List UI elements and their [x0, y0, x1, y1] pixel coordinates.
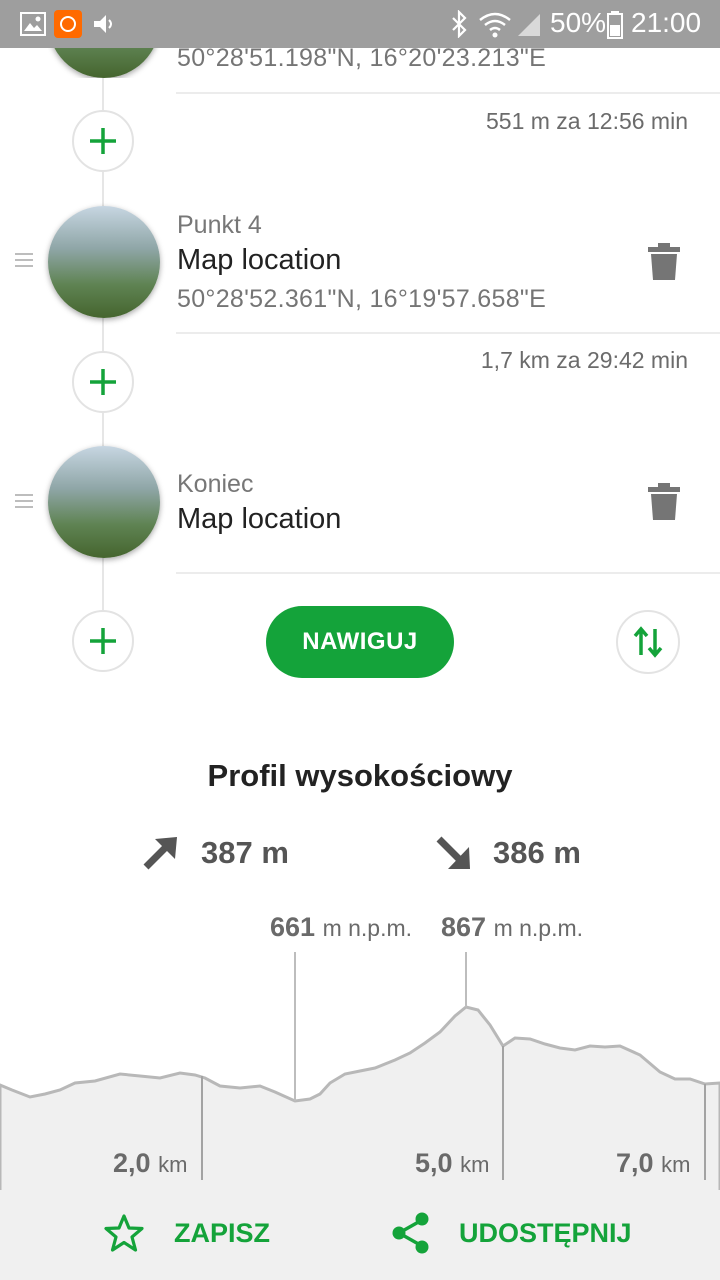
plus-icon [90, 628, 116, 654]
total-ascent: 387 m [201, 835, 289, 870]
bluetooth-icon [452, 10, 467, 38]
ascent-arrow-icon [143, 837, 177, 870]
segment-info: 1,7 km za 29:42 min [480, 347, 688, 373]
elevation-unit: m n.p.m. [493, 915, 584, 941]
app-notification-icon [54, 10, 82, 38]
waypoint-label: Punkt 4 [177, 211, 262, 239]
km-mark: 2,0 km [113, 1148, 187, 1179]
drag-handle-icon[interactable] [15, 253, 33, 271]
waypoint-label: Koniec [177, 470, 254, 498]
km-mark-value: 5,0 [415, 1148, 453, 1178]
km-mark-value: 2,0 [113, 1148, 151, 1178]
clock: 21:00 [631, 7, 702, 38]
share-label: UDOSTĘPNIJ [459, 1217, 632, 1248]
divider [176, 92, 720, 94]
km-mark-unit: km [661, 1152, 691, 1177]
divider [176, 572, 720, 574]
km-mark: 5,0 km [415, 1148, 489, 1179]
volume-icon [94, 15, 112, 33]
descent-arrow-icon [436, 836, 470, 869]
km-mark-value: 7,0 [616, 1148, 654, 1178]
waypoint-coords: 50°28'52.361"N, 16°19'57.658"E [177, 285, 547, 313]
gallery-icon [20, 12, 46, 36]
delete-waypoint-icon[interactable] [647, 482, 681, 522]
navigate-button[interactable]: NAWIGUJ [266, 606, 454, 678]
star-icon [104, 1214, 144, 1252]
save-button[interactable]: ZAPISZ [104, 1208, 270, 1258]
status-bar: 50% 21:00 [0, 0, 720, 48]
plus-icon [90, 128, 116, 154]
waypoint-thumbnail[interactable] [48, 446, 160, 558]
elevation-high-value: 867 [441, 912, 487, 942]
share-button[interactable]: UDOSTĘPNIJ [391, 1208, 632, 1258]
waypoint-thumbnail[interactable] [48, 206, 160, 318]
battery-icon [607, 11, 623, 39]
elevation-unit: m n.p.m. [322, 915, 413, 941]
signal-icon [518, 14, 540, 36]
add-stop-button[interactable] [72, 610, 134, 672]
total-descent: 386 m [493, 835, 581, 870]
save-label: ZAPISZ [174, 1217, 271, 1248]
waypoint-title[interactable]: Map location [177, 244, 341, 277]
add-stop-button[interactable] [72, 110, 134, 172]
divider [176, 332, 720, 334]
add-stop-button[interactable] [72, 351, 134, 413]
swap-vertical-icon [633, 626, 663, 658]
km-mark-unit: km [460, 1152, 490, 1177]
plus-icon [90, 369, 116, 395]
elevation-profile-title: Profil wysokościowy [207, 758, 513, 793]
elevation-low-value: 661 [270, 912, 316, 942]
km-mark-unit: km [158, 1152, 188, 1177]
km-mark: 7,0 km [616, 1148, 690, 1179]
share-icon [392, 1212, 429, 1254]
elevation-low-marker: 661 m n.p.m. [270, 912, 412, 943]
delete-waypoint-icon[interactable] [647, 242, 681, 282]
waypoint-title[interactable]: Map location [177, 503, 341, 536]
drag-handle-icon[interactable] [15, 494, 33, 512]
elevation-high-marker: 867 m n.p.m. [441, 912, 583, 943]
reverse-route-button[interactable] [616, 610, 680, 674]
wifi-icon [479, 12, 511, 38]
segment-info: 551 m za 12:56 min [485, 108, 688, 134]
waypoint-coords-prev: 50°28'51.198"N, 16°20'23.213"E [177, 44, 547, 72]
battery-percentage: 50% [550, 7, 607, 38]
